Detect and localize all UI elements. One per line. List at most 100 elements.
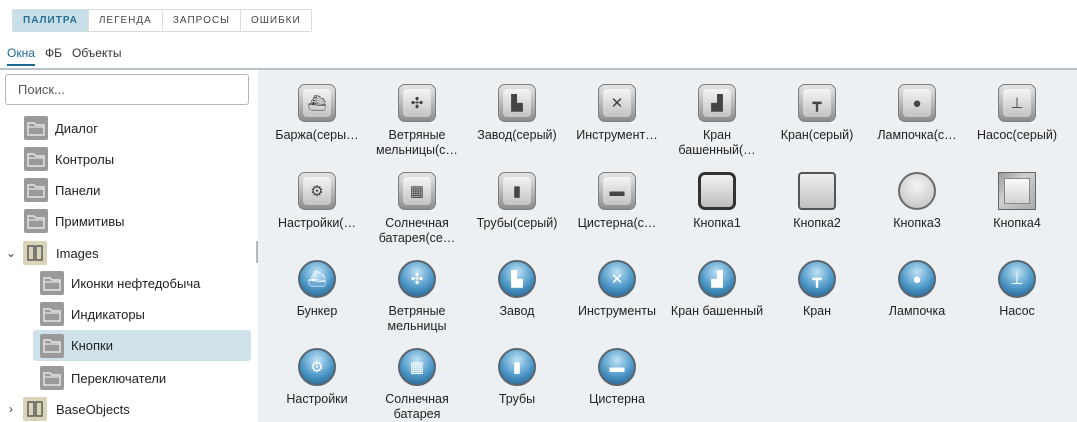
tree-panel: Диалог Контролы Панели Примитивы ⌄ Image… xyxy=(0,70,256,422)
palette-item[interactable]: ▬ Цистерна(с… xyxy=(567,172,667,258)
tab-legend[interactable]: ЛЕГЕНДА xyxy=(88,10,163,31)
tree-item-panels[interactable]: Панели xyxy=(24,176,100,204)
palette-item-icon: ✕ xyxy=(598,84,636,122)
palette-item[interactable]: ▬ Цистерна xyxy=(567,348,667,422)
chevron-down-icon[interactable]: ⌄ xyxy=(5,246,17,260)
palette-item-icon: ⊥ xyxy=(998,84,1036,122)
glyph: ▙ xyxy=(503,89,531,117)
palette-item[interactable]: ▦ Солнечная батарея(се… xyxy=(367,172,467,258)
tree-item-dialog[interactable]: Диалог xyxy=(24,114,98,142)
palette-item[interactable]: Кнопка1 xyxy=(667,172,767,258)
palette-item-icon: ⚙ xyxy=(298,172,336,210)
palette-item-label: Кнопка2 xyxy=(793,216,841,230)
palette-item[interactable]: Кнопка3 xyxy=(867,172,967,258)
palette-item-label: Лампочка(с… xyxy=(877,128,957,142)
folder-icon xyxy=(24,209,48,233)
palette-item[interactable]: ▟ Кран башенный(… xyxy=(667,84,767,170)
tree-item-label: Диалог xyxy=(55,120,98,136)
palette-item[interactable]: ▦ Солнечная батарея xyxy=(367,348,467,422)
palette-item[interactable]: ⛴ Бункер xyxy=(267,260,367,346)
tab-palette[interactable]: ПАЛИТРА xyxy=(13,10,89,31)
tab-windows[interactable]: Окна xyxy=(7,46,35,66)
palette-item-label: Ветряные мельницы(с… xyxy=(376,128,458,157)
palette-item[interactable]: ▮ Трубы xyxy=(467,348,567,422)
palette-item-label: Кран башенный(… xyxy=(678,128,756,157)
palette-item[interactable]: ⛴ Баржа(серы… xyxy=(267,84,367,170)
tree-item-images[interactable]: ⌄ Images xyxy=(5,239,99,267)
palette-item-icon: ▮ xyxy=(498,348,536,386)
tree-item-switches[interactable]: Переключатели xyxy=(40,364,166,392)
palette-item-icon: ▟ xyxy=(698,260,736,298)
folder-icon xyxy=(40,302,64,326)
library-icon xyxy=(23,397,47,421)
palette-item-icon: ● xyxy=(898,260,936,298)
palette-item-icon: ▬ xyxy=(598,172,636,210)
palette-item-label: Настройки(… xyxy=(278,216,356,230)
palette-item[interactable]: ✣ Ветряные мельницы(с… xyxy=(367,84,467,170)
search-input[interactable] xyxy=(5,74,249,105)
tree-item-oil-icons[interactable]: Иконки нефтедобыча xyxy=(40,269,200,297)
palette-item-icon: ▬ xyxy=(598,348,636,386)
palette-item[interactable]: ▙ Завод(серый) xyxy=(467,84,567,170)
tree-item-label: Контролы xyxy=(55,151,115,167)
palette-item-icon: ⛴ xyxy=(298,84,336,122)
glyph: ✕ xyxy=(603,89,631,117)
palette-item-icon: ● xyxy=(898,84,936,122)
palette-item[interactable]: ● Лампочка(с… xyxy=(867,84,967,170)
icon-palette: ⛴ Баржа(серы… ✣ Ветряные мельницы(с… ▙ Завод(… xyxy=(258,70,1077,422)
palette-item[interactable]: ✕ Инструменты xyxy=(567,260,667,346)
glyph: ▟ xyxy=(703,89,731,117)
tree-item-label: Индикаторы xyxy=(71,306,145,322)
palette-item[interactable]: ⚙ Настройки xyxy=(267,348,367,422)
chevron-right-icon[interactable]: › xyxy=(5,402,17,416)
palette-item[interactable]: ● Лампочка xyxy=(867,260,967,346)
palette-item-label: Насос xyxy=(999,304,1035,318)
palette-item[interactable]: ⊥ Насос xyxy=(967,260,1067,346)
palette-item-label: Ветряные мельницы xyxy=(387,304,447,333)
tree-item-label: BaseObjects xyxy=(56,401,130,417)
palette-item[interactable]: ▮ Трубы(серый) xyxy=(467,172,567,258)
tab-errors[interactable]: ОШИБКИ xyxy=(240,10,311,31)
tree-item-indicators[interactable]: Индикаторы xyxy=(40,300,145,328)
folder-icon xyxy=(24,147,48,171)
palette-item[interactable]: ⚙ Настройки(… xyxy=(267,172,367,258)
palette-item-icon: ▙ xyxy=(498,84,536,122)
tree-item-buttons[interactable]: Кнопки xyxy=(33,330,251,361)
palette-item[interactable]: ┳ Кран(серый) xyxy=(767,84,867,170)
palette-item-icon: ⛴ xyxy=(298,260,336,298)
folder-icon xyxy=(40,366,64,390)
palette-item-icon: ▮ xyxy=(498,172,536,210)
tree-item-base-objects[interactable]: › BaseObjects xyxy=(5,395,130,422)
tree-item-label: Images xyxy=(56,245,99,261)
palette-item-label: Кран(серый) xyxy=(780,128,854,142)
tree-item-label: Кнопки xyxy=(71,338,113,353)
palette-item-label: Цистерна xyxy=(589,392,645,406)
tree-item-label: Переключатели xyxy=(71,370,167,386)
palette-item-icon: ▦ xyxy=(398,348,436,386)
palette-item[interactable]: ▟ Кран башенный xyxy=(667,260,767,346)
palette-item-label: Настройки xyxy=(286,392,348,406)
tab-queries[interactable]: ЗАПРОСЫ xyxy=(162,10,241,31)
button-preview-icon xyxy=(898,172,936,210)
palette-item[interactable]: ✕ Инструмент… xyxy=(567,84,667,170)
tab-objects[interactable]: Объекты xyxy=(72,46,122,64)
palette-item[interactable]: Кнопка4 xyxy=(967,172,1067,258)
palette-item[interactable]: ▙ Завод xyxy=(467,260,567,346)
tree-item-controls[interactable]: Контролы xyxy=(24,145,114,173)
top-tab-bar: ПАЛИТРА ЛЕГЕНДА ЗАПРОСЫ ОШИБКИ xyxy=(12,9,312,32)
palette-item-label: Инструмент… xyxy=(576,128,658,142)
palette-item-label: Инструменты xyxy=(578,304,656,318)
palette-item[interactable]: ⊥ Насос(серый) xyxy=(967,84,1067,170)
palette-item-icon: ▟ xyxy=(698,84,736,122)
palette-item-label: Кнопка3 xyxy=(893,216,941,230)
palette-item[interactable]: Кнопка2 xyxy=(767,172,867,258)
palette-item-icon: ✣ xyxy=(398,260,436,298)
palette-item-icon: ✕ xyxy=(598,260,636,298)
palette-item[interactable]: ✣ Ветряные мельницы xyxy=(367,260,467,346)
tree-item-label: Примитивы xyxy=(55,213,125,229)
tab-fb[interactable]: ФБ xyxy=(45,46,62,64)
palette-item-icon: ✣ xyxy=(398,84,436,122)
tree-item-primitives[interactable]: Примитивы xyxy=(24,207,125,235)
palette-item-label: Бункер xyxy=(296,304,338,318)
palette-item[interactable]: ┳ Кран xyxy=(767,260,867,346)
